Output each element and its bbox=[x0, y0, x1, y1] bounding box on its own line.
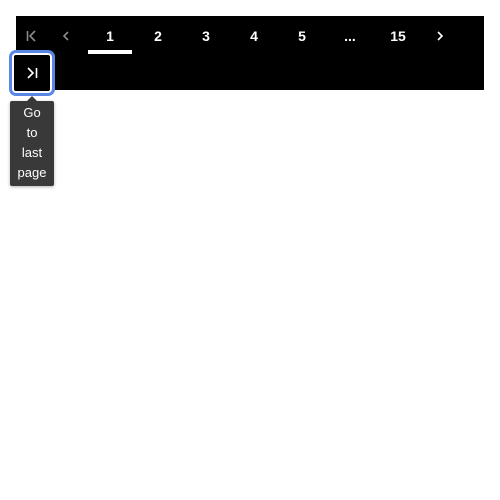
last-page-button[interactable] bbox=[9, 50, 55, 96]
tooltip-line: last bbox=[21, 145, 43, 160]
chevron-right-icon bbox=[437, 31, 444, 41]
chevron-left-icon bbox=[62, 31, 69, 41]
page-number: 5 bbox=[298, 28, 306, 44]
page-button-15[interactable]: 15 bbox=[374, 16, 422, 56]
page-number: 1 bbox=[106, 28, 114, 44]
first-page-button[interactable] bbox=[16, 16, 48, 56]
first-page-icon bbox=[26, 30, 36, 42]
page-button-1[interactable]: 1 bbox=[86, 16, 134, 56]
previous-page-button[interactable] bbox=[50, 16, 82, 56]
tooltip-line: page bbox=[17, 165, 47, 180]
last-page-tooltip: Go to last page bbox=[10, 101, 54, 186]
pagination-bar: 1 2 3 4 5 ... 15 bbox=[9, 16, 484, 96]
page-number: 15 bbox=[390, 28, 406, 44]
next-page-button[interactable] bbox=[424, 16, 456, 56]
last-page-icon bbox=[27, 67, 38, 79]
page-button-4[interactable]: 4 bbox=[230, 16, 278, 56]
page-number: 4 bbox=[250, 28, 258, 44]
page-button-3[interactable]: 3 bbox=[182, 16, 230, 56]
ellipsis-text: ... bbox=[344, 28, 356, 44]
pagination-ellipsis[interactable]: ... bbox=[326, 16, 374, 56]
page-number: 3 bbox=[202, 28, 210, 44]
page-button-5[interactable]: 5 bbox=[278, 16, 326, 56]
page-button-2[interactable]: 2 bbox=[134, 16, 182, 56]
tooltip-line: to bbox=[26, 125, 38, 140]
page-number: 2 bbox=[154, 28, 162, 44]
tooltip-line: Go bbox=[23, 105, 41, 120]
